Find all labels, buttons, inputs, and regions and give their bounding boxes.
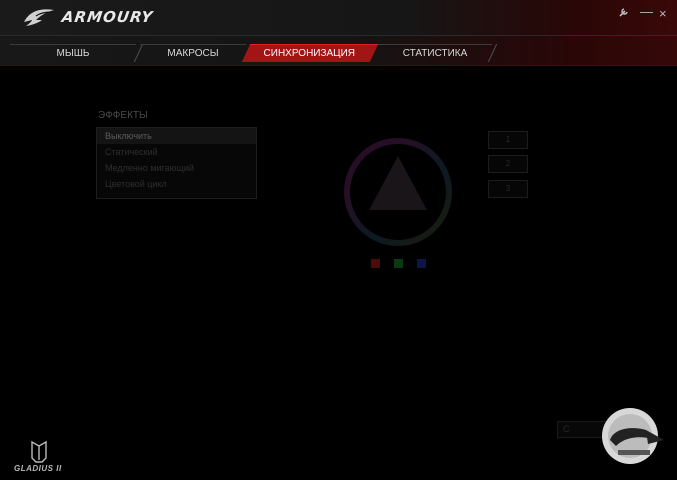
effect-item-static[interactable]: Статический xyxy=(97,144,256,160)
watermark-logo-icon xyxy=(602,408,664,464)
tab-bar: МЫШЬ МАКРОСЫ СИНХРОНИЗАЦИЯ СТАТИСТИКА xyxy=(0,36,677,66)
side-button-3[interactable]: 3 xyxy=(488,180,528,198)
app-brand: ARMOURY xyxy=(60,8,155,26)
effect-item-color-cycle[interactable]: Цветовой цикл xyxy=(97,176,256,192)
minimize-button[interactable]: — xyxy=(640,4,653,19)
side-button-2[interactable]: 2 xyxy=(488,155,528,173)
gladius-logo-icon xyxy=(31,440,47,463)
tab-sync[interactable]: СИНХРОНИЗАЦИЯ xyxy=(241,44,379,62)
title-bar: ARMOURY — × xyxy=(0,0,677,36)
swatch-green[interactable] xyxy=(394,259,403,268)
close-button[interactable]: × xyxy=(659,6,667,21)
swatch-blue[interactable] xyxy=(417,259,426,268)
tab-macros[interactable]: МАКРОСЫ xyxy=(140,44,246,62)
device-name: GLADIUS II xyxy=(14,464,62,473)
wrench-icon[interactable] xyxy=(618,6,630,21)
color-wheel[interactable] xyxy=(338,138,458,250)
effects-title: ЭФФЕКТЫ xyxy=(98,110,148,121)
tab-mouse[interactable]: МЫШЬ xyxy=(10,44,136,62)
tab-statistics[interactable]: СТАТИСТИКА xyxy=(378,44,492,62)
effects-list: Выключить Статический Медленно мигающий … xyxy=(96,127,257,199)
side-button-1[interactable]: 1 xyxy=(488,131,528,149)
effect-item-breathing[interactable]: Медленно мигающий xyxy=(97,160,256,176)
swatch-red[interactable] xyxy=(371,259,380,268)
rog-logo-icon xyxy=(24,9,54,26)
effect-item-off[interactable]: Выключить xyxy=(97,128,256,144)
